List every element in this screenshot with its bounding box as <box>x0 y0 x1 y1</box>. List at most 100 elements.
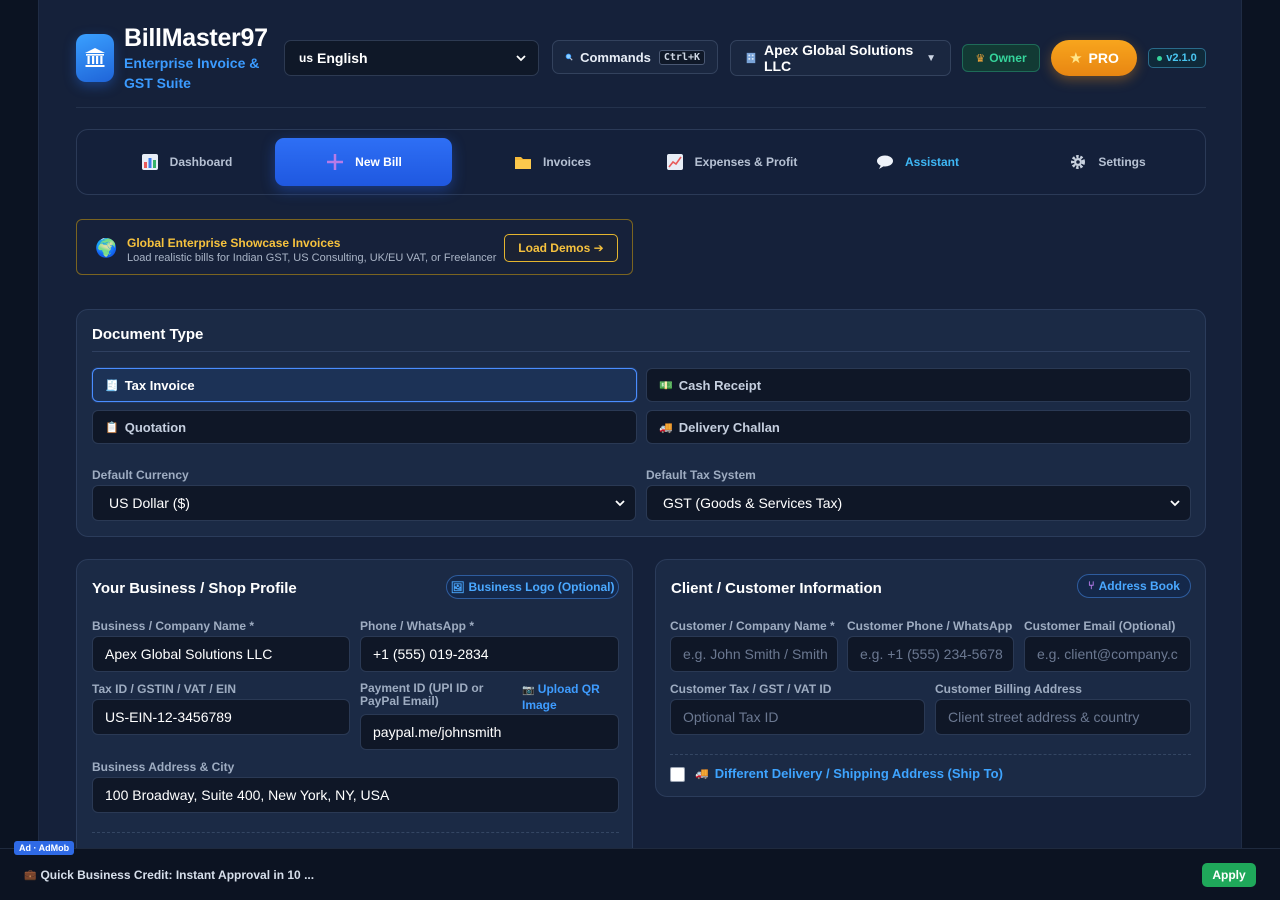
business-address-input[interactable]: 100 Broadway, Suite 400, New York, NY, U… <box>92 777 619 813</box>
commands-label: Commands <box>580 49 651 65</box>
client-info-card: Client / Customer Information ⑂ Address … <box>655 559 1206 797</box>
doc-type-cash-receipt[interactable]: 💵 Cash Receipt <box>646 368 1191 402</box>
chevron-down-icon <box>615 500 625 507</box>
doc-type-delivery-challan[interactable]: 🚚 Delivery Challan <box>646 410 1191 444</box>
language-label: English <box>317 50 368 66</box>
chevron-down-icon <box>1170 500 1180 507</box>
customer-phone-label: Customer Phone / WhatsApp <box>847 619 1013 633</box>
tab-assistant[interactable]: Assistant <box>867 138 967 186</box>
address-book-button[interactable]: ⑂ Address Book <box>1077 574 1191 598</box>
business-profile-card: Your Business / Shop Profile 🖼 Business … <box>76 559 633 879</box>
address-book-icon: ⑂ <box>1088 580 1095 592</box>
clipboard-icon: 📋 <box>105 421 119 434</box>
camera-icon: 📷 <box>522 685 535 696</box>
flag-us-icon: us <box>299 51 314 65</box>
tab-expenses-profit[interactable]: Expenses & Profit <box>661 138 801 186</box>
pro-label: PRO <box>1088 50 1119 66</box>
tax-system-select[interactable]: GST (Goods & Services Tax) <box>646 485 1191 521</box>
customer-tax-label: Customer Tax / GST / VAT ID <box>670 682 832 696</box>
tab-label: Assistant <box>904 155 960 169</box>
tab-dashboard[interactable]: Dashboard <box>126 138 246 186</box>
version-badge: v2.1.0 <box>1148 48 1206 68</box>
tab-label: Dashboard <box>169 155 233 169</box>
language-select[interactable]: us English <box>284 40 539 76</box>
tab-new-bill[interactable]: New Bill <box>275 138 452 186</box>
globe-icon: 🌍 <box>95 238 118 258</box>
business-name-input[interactable]: Apex Global Solutions LLC <box>92 636 350 672</box>
customer-name-label: Customer / Company Name * <box>670 619 835 633</box>
building-icon <box>746 52 756 64</box>
line-chart-icon <box>666 154 683 170</box>
payment-id-input[interactable]: paypal.me/johnsmith <box>360 714 619 750</box>
client-info-title: Client / Customer Information <box>671 580 882 597</box>
customer-phone-input[interactable]: e.g. +1 (555) 234-5678 <box>847 636 1014 672</box>
doc-type-label: Tax Invoice <box>124 377 195 393</box>
customer-email-input[interactable]: e.g. client@company.c <box>1024 636 1191 672</box>
divider <box>92 351 1190 352</box>
tax-system-value: GST (Goods & Services Tax) <box>663 495 843 511</box>
header: BillMaster97 Enterprise Invoice & GST Su… <box>76 24 1206 108</box>
app-subtitle: Enterprise Invoice & GST Suite <box>124 55 260 91</box>
customer-tax-input[interactable]: Optional Tax ID <box>670 699 925 735</box>
speech-bubble-icon <box>876 155 893 169</box>
commands-button[interactable]: Commands Ctrl+K <box>552 40 718 74</box>
star-icon: ★ <box>1069 50 1083 67</box>
tax-id-input[interactable]: US-EIN-12-3456789 <box>92 699 350 735</box>
version-label: v2.1.0 <box>1166 52 1197 64</box>
phone-label: Phone / WhatsApp * <box>360 619 474 633</box>
ship-to-label[interactable]: 🚚 Different Delivery / Shipping Address … <box>695 766 1003 781</box>
caret-down-icon: ▼ <box>926 52 936 64</box>
phone-input[interactable]: +1 (555) 019-2834 <box>360 636 619 672</box>
customer-address-input[interactable]: Client street address & country <box>935 699 1191 735</box>
business-logo-button[interactable]: 🖼 Business Logo (Optional) <box>446 575 619 599</box>
tab-invoices[interactable]: Invoices <box>497 138 607 186</box>
truck-icon: 🚚 <box>659 421 673 434</box>
divider <box>670 754 1191 755</box>
customer-email-label: Customer Email (Optional) <box>1024 619 1176 633</box>
ship-to-checkbox[interactable] <box>670 767 685 782</box>
business-name-label: Business / Company Name * <box>92 619 255 633</box>
showcase-description: Load realistic bills for Indian GST, US … <box>127 252 497 264</box>
ad-banner[interactable]: Ad · AdMob 💼 Quick Business Credit: Inst… <box>0 841 1280 900</box>
organization-name: Apex Global Solutions LLC <box>763 42 914 74</box>
gear-icon <box>1071 155 1086 169</box>
doc-type-tax-invoice[interactable]: 🧾 Tax Invoice <box>92 368 637 402</box>
chevron-down-icon <box>516 55 526 62</box>
upload-qr-link[interactable]: 📷 Upload QR Image <box>522 682 622 712</box>
load-demos-button[interactable]: Load Demos ➔ <box>504 234 618 262</box>
app-shell: BillMaster97 Enterprise Invoice & GST Su… <box>38 0 1242 900</box>
crown-icon: ♛ <box>975 52 986 65</box>
ad-text: Quick Business Credit: Instant Approval … <box>40 868 315 882</box>
currency-select[interactable]: US Dollar ($) <box>92 485 636 521</box>
plus-icon <box>327 154 344 170</box>
doc-type-label: Quotation <box>124 419 187 435</box>
tab-label: Invoices <box>542 155 592 169</box>
ad-text-wrap: 💼 Quick Business Credit: Instant Approva… <box>24 868 314 882</box>
customer-name-input[interactable]: e.g. John Smith / Smith <box>670 636 838 672</box>
bank-icon <box>76 34 114 82</box>
apply-button[interactable]: Apply <box>1202 863 1256 887</box>
business-logo-label: Business Logo (Optional) <box>468 580 615 594</box>
tab-label: Expenses & Profit <box>694 155 798 169</box>
bar-chart-icon <box>141 154 158 170</box>
shortcut-hint: Ctrl+K <box>658 49 705 65</box>
role-badge: ♛ Owner <box>962 44 1040 72</box>
address-label: Business Address & City <box>92 760 235 774</box>
customer-address-label: Customer Billing Address <box>935 682 1082 696</box>
payment-id-label: Payment ID (UPI ID or PayPal Email) <box>360 681 484 708</box>
organization-switcher[interactable]: Apex Global Solutions LLC ▼ <box>730 40 951 76</box>
doc-type-quotation[interactable]: 📋 Quotation <box>92 410 637 444</box>
receipt-icon: 🧾 <box>105 379 119 392</box>
pro-upgrade-button[interactable]: ★ PRO <box>1051 40 1137 76</box>
showcase-title: Global Enterprise Showcase Invoices <box>127 236 341 250</box>
showcase-banner: 🌍 Global Enterprise Showcase Invoices Lo… <box>76 219 633 275</box>
app-title: BillMaster97 <box>124 24 268 52</box>
role-label: Owner <box>989 51 1027 65</box>
folder-icon <box>514 157 531 169</box>
currency-label: Default Currency <box>92 468 189 482</box>
tab-settings[interactable]: Settings <box>1057 138 1157 186</box>
truck-icon: 🚚 <box>695 768 709 780</box>
doc-type-label: Delivery Challan <box>678 419 780 435</box>
business-profile-title: Your Business / Shop Profile <box>92 580 297 597</box>
image-icon: 🖼 <box>450 581 465 594</box>
